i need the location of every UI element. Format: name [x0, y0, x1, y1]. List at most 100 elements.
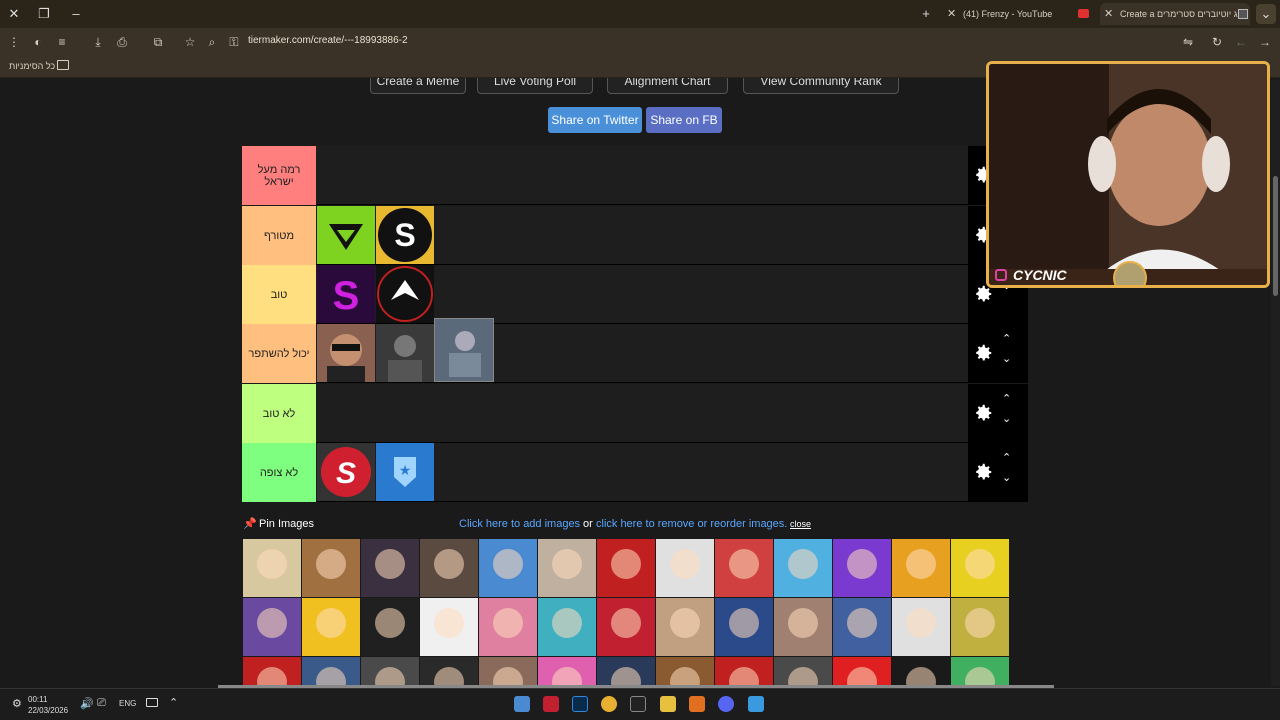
pool-image[interactable]: [892, 657, 950, 688]
pool-image[interactable]: [656, 598, 714, 656]
pool-image[interactable]: [538, 598, 596, 656]
discord-app-icon[interactable]: [718, 696, 734, 712]
pool-image[interactable]: [302, 539, 360, 597]
close-tab-icon[interactable]: ✕: [947, 3, 956, 25]
menu-dots-icon[interactable]: ⋮: [4, 32, 24, 52]
pool-image[interactable]: [951, 657, 1009, 688]
pool-image[interactable]: [243, 539, 301, 597]
pin-images-label[interactable]: Pin Images: [259, 518, 314, 530]
pool-image[interactable]: [597, 539, 655, 597]
tier-label[interactable]: רמה מעל ישראל: [242, 146, 316, 205]
pool-image[interactable]: [243, 598, 301, 656]
tier-item-image[interactable]: [376, 265, 434, 323]
bookmark-star-icon[interactable]: ☆: [180, 32, 200, 52]
clock-date[interactable]: 22/03/2026: [28, 706, 68, 715]
tier-label[interactable]: יכול להשתפר: [242, 324, 316, 383]
tier-item-image[interactable]: S: [317, 265, 375, 323]
tier-label[interactable]: מטורף: [242, 206, 316, 265]
forward-icon[interactable]: ←: [1231, 32, 1251, 52]
epic-games-app-icon[interactable]: [630, 696, 646, 712]
weather-icon[interactable]: ⚙: [12, 697, 24, 710]
scrollbar-thumb[interactable]: [1273, 176, 1278, 296]
pool-image[interactable]: [833, 657, 891, 688]
tab-youtube[interactable]: ✕ (41) Frenzy - YouTube: [943, 3, 1073, 25]
tab-tiermaker[interactable]: ✕ Create a זוג יוטיוברים סטרימרים: [1100, 3, 1250, 25]
keyboard-icon[interactable]: [146, 698, 158, 707]
reload-icon[interactable]: ↻: [1207, 32, 1227, 52]
back-icon[interactable]: →: [1255, 32, 1275, 52]
game-app-icon[interactable]: [543, 696, 559, 712]
tier-item-image[interactable]: [376, 324, 434, 382]
pool-image[interactable]: [597, 657, 655, 688]
site-settings-icon[interactable]: ⇋: [1178, 32, 1198, 52]
network-icon[interactable]: ⎚: [97, 697, 106, 710]
chrome-app-icon[interactable]: [601, 696, 617, 712]
zoom-icon[interactable]: ⌕: [202, 32, 222, 52]
new-tab-icon[interactable]: +: [916, 4, 936, 24]
close-tab-icon[interactable]: ✕: [1104, 3, 1113, 25]
extensions-puzzle-icon[interactable]: ⧉: [148, 32, 168, 52]
pool-image[interactable]: [656, 539, 714, 597]
windows-start-icon[interactable]: [748, 696, 764, 712]
close-window-icon[interactable]: ✕: [4, 4, 24, 24]
move-down-icon[interactable]: ⌄: [1002, 471, 1022, 515]
pool-image[interactable]: [361, 598, 419, 656]
tier-item-image[interactable]: S: [376, 206, 434, 264]
pool-image[interactable]: [951, 598, 1009, 656]
download-icon[interactable]: ⤓: [88, 32, 108, 52]
pool-image[interactable]: [361, 539, 419, 597]
settings-gear-icon[interactable]: [972, 342, 994, 364]
print-icon[interactable]: ⎙: [112, 32, 132, 52]
pool-image[interactable]: [479, 539, 537, 597]
pool-image[interactable]: [420, 657, 478, 688]
tier-label[interactable]: טוב: [242, 265, 316, 324]
pool-image[interactable]: [774, 598, 832, 656]
pool-image[interactable]: [715, 657, 773, 688]
create-meme-button[interactable]: Create a Meme: [370, 78, 466, 94]
pool-image[interactable]: [302, 598, 360, 656]
pool-image[interactable]: [833, 598, 891, 656]
add-images-link[interactable]: Click here to add images: [459, 518, 580, 530]
pool-image[interactable]: [892, 598, 950, 656]
pool-image[interactable]: [951, 539, 1009, 597]
volume-icon[interactable]: 🔊: [80, 697, 94, 710]
reorder-images-link[interactable]: click here to remove or reorder images.: [596, 518, 787, 530]
pool-image[interactable]: [833, 539, 891, 597]
tier-item-image[interactable]: S: [317, 443, 375, 501]
minimize-window-icon[interactable]: –: [66, 4, 86, 24]
tier-item-image[interactable]: ★: [376, 443, 434, 501]
pool-image[interactable]: [715, 539, 773, 597]
pool-image[interactable]: [715, 598, 773, 656]
tab-list-chevron-icon[interactable]: ⌄: [1256, 4, 1276, 24]
pool-image[interactable]: [479, 598, 537, 656]
pool-image[interactable]: [656, 657, 714, 688]
view-community-rank-button[interactable]: View Community Rank: [743, 78, 899, 94]
pool-image[interactable]: [479, 657, 537, 688]
pool-image[interactable]: [892, 539, 950, 597]
photoshop-app-icon[interactable]: [572, 696, 588, 712]
pool-image[interactable]: [302, 657, 360, 688]
pool-image[interactable]: [774, 539, 832, 597]
all-bookmarks-label[interactable]: כל הסימניות: [9, 61, 55, 71]
notepad-app-icon[interactable]: [514, 696, 530, 712]
extension-icon[interactable]: ◐: [28, 32, 48, 52]
tier-label[interactable]: לא צופה: [242, 443, 316, 502]
tier-label[interactable]: לא טוב: [242, 384, 316, 443]
alignment-chart-button[interactable]: Alignment Chart: [607, 78, 728, 94]
pool-image[interactable]: [361, 657, 419, 688]
settings-gear-icon[interactable]: [972, 461, 994, 483]
close-link[interactable]: close: [790, 519, 811, 529]
live-voting-poll-button[interactable]: Live Voting Poll: [477, 78, 593, 94]
pool-image[interactable]: [774, 657, 832, 688]
share-twitter-button[interactable]: Share on Twitter: [548, 107, 642, 133]
pool-image[interactable]: [538, 657, 596, 688]
reading-list-icon[interactable]: ≡: [52, 32, 72, 52]
pool-image[interactable]: [420, 598, 478, 656]
chevron-up-icon[interactable]: ⌃: [169, 696, 178, 709]
address-bar[interactable]: ☆ ⌕ ⚿ tiermaker.com/create/---18993886-2: [185, 31, 1199, 53]
pool-image[interactable]: [538, 539, 596, 597]
site-info-icon[interactable]: ⚿: [224, 32, 244, 52]
vertical-scrollbar[interactable]: [1271, 80, 1280, 686]
folder-app-icon[interactable]: [689, 696, 705, 712]
dragged-item-image[interactable]: [434, 318, 494, 382]
